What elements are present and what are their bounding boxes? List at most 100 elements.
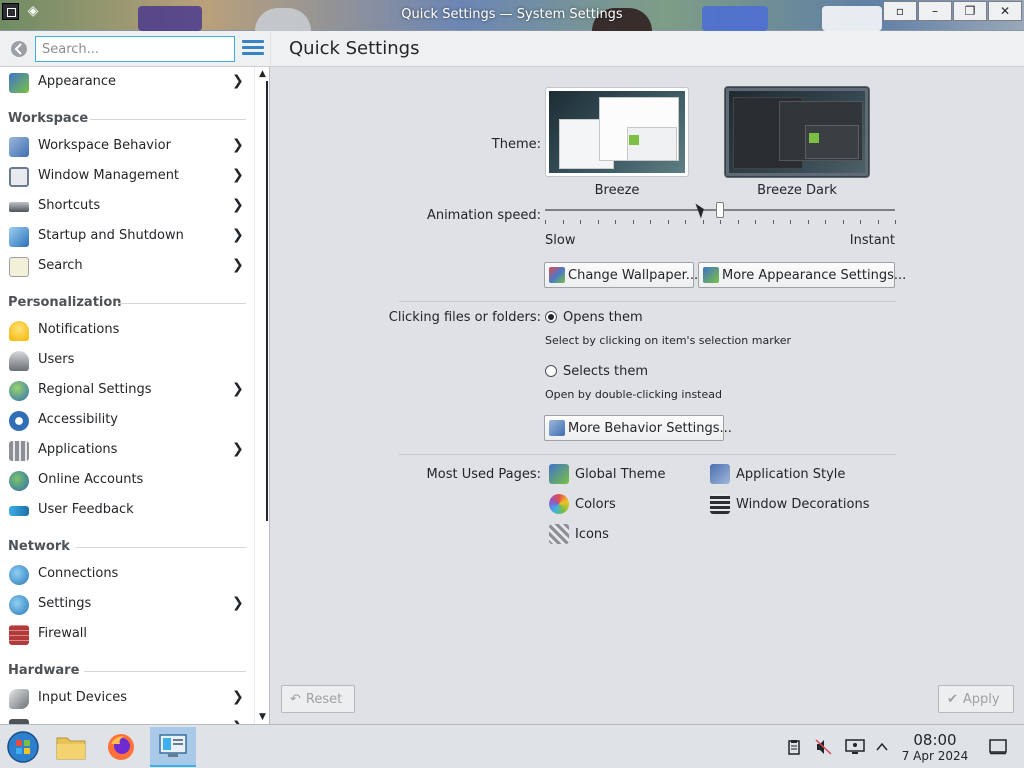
sidebar-item-label: Settings [38,596,92,611]
slider-tick [808,220,809,224]
bell-icon [9,321,29,341]
sidebar-item-search[interactable]: Search ❯ [0,252,254,280]
sidebar-item-user-feedback[interactable]: User Feedback [0,496,254,524]
appearance-icon [703,267,719,283]
workspace-behavior-icon [9,137,29,157]
back-arrow-icon[interactable] [10,40,28,58]
application-launcher[interactable] [0,727,46,767]
sidebar-item-partial[interactable]: ❯ [0,714,254,724]
sidebar-item-label: Regional Settings [38,382,152,397]
hamburger-menu-icon[interactable] [242,40,264,58]
sidebar-list: Appearance ❯ Workspace Workspace Behavio… [0,67,254,724]
firefox-icon [108,734,134,760]
section-separator [399,301,896,302]
maximize-button[interactable]: ❐ [953,1,987,21]
selects-them-description: Open by double-clicking instead [545,388,722,401]
slider-min-label: Slow [545,233,576,248]
volume-muted-icon[interactable] [815,739,833,755]
scroll-down-arrow-icon[interactable]: ▼ [257,712,268,722]
sidebar-item-applications[interactable]: Applications ❯ [0,436,254,464]
clock[interactable]: 08:00 7 Apr 2024 [895,731,975,763]
most-used-global-theme[interactable]: Global Theme [549,462,665,486]
breeze-dark-preview [729,91,865,173]
sidebar-item-window-management[interactable]: Window Management ❯ [0,162,254,190]
sidebar-item-online-accounts[interactable]: Online Accounts [0,466,254,494]
slider-tick [545,220,546,224]
sidebar-item-network-settings[interactable]: Settings ❯ [0,590,254,618]
sidebar-item-users[interactable]: Users [0,346,254,374]
sidebar-item-workspace-behavior[interactable]: Workspace Behavior ❯ [0,132,254,160]
sidebar-scrollbar[interactable]: ▲ ▼ [254,67,269,724]
search-input[interactable] [35,36,235,62]
sidebar-item-label: Startup and Shutdown [38,228,184,243]
sidebar-item-accessibility[interactable]: Accessibility [0,406,254,434]
scroll-up-arrow-icon[interactable]: ▲ [257,69,268,79]
slider-tick [598,220,599,224]
reset-icon: ↶ [290,691,301,707]
sidebar-item-shortcuts[interactable]: Shortcuts ❯ [0,192,254,220]
change-wallpaper-button[interactable]: Change Wallpaper... [544,262,698,288]
opens-them-label[interactable]: Opens them [563,310,643,325]
minimize-button[interactable]: – [918,1,952,21]
network-display-icon[interactable] [845,739,865,755]
sidebar-item-connections[interactable]: Connections [0,560,254,588]
most-used-colors[interactable]: Colors [549,492,616,516]
window-titlebar[interactable]: ◈ Quick Settings — System Settings ▫ – ❐… [0,0,1024,31]
scrollbar-thumb[interactable] [256,81,268,521]
sidebar-item-firewall[interactable]: Firewall [0,620,254,648]
firewall-icon [9,625,29,645]
sidebar-item-appearance[interactable]: Appearance ❯ [0,68,254,96]
clipboard-icon[interactable] [786,739,804,755]
theme-card-breeze[interactable] [545,87,689,177]
selects-them-label[interactable]: Selects them [563,364,648,379]
show-desktop-icon[interactable] [989,739,1007,755]
slider-tick [895,220,896,224]
slider-tick [878,220,879,224]
most-used-window-decorations[interactable]: Window Decorations [710,492,870,516]
apply-button[interactable]: ✔ Apply [938,685,1014,713]
sidebar-item-label: Accessibility [38,412,118,427]
more-behavior-settings-button[interactable]: More Behavior Settings... [544,415,732,441]
sidebar-item-label: Window Management [38,168,180,183]
slider-tick [790,220,791,224]
slider-tick [650,220,651,224]
slider-tick [668,220,669,224]
workspace-behavior-icon [549,420,565,436]
accessibility-icon [9,411,29,431]
chevron-right-icon: ❯ [232,257,244,273]
slider-tick [860,220,861,224]
change-wallpaper-label: Change Wallpaper... [568,267,699,283]
more-appearance-settings-button[interactable]: More Appearance Settings... [698,262,906,288]
most-used-icons[interactable]: Icons [549,522,609,546]
reset-button[interactable]: ↶ Reset [281,685,355,713]
chevron-right-icon: ❯ [232,197,244,213]
folder-icon [56,737,86,760]
taskbar-system-settings[interactable] [150,727,196,767]
taskbar-file-manager[interactable] [48,727,94,767]
opens-them-radio[interactable] [545,311,557,323]
slider-tick [738,220,739,224]
window-title: Quick Settings — System Settings [401,7,623,22]
keep-above-button[interactable]: ▫ [883,1,917,21]
sidebar-item-label: Applications [38,442,118,457]
sidebar-item-notifications[interactable]: Notifications [0,316,254,344]
icons-label: Icons [575,526,609,542]
slider-tick [773,220,774,224]
section-divider [118,303,246,304]
sidebar-item-startup-shutdown[interactable]: Startup and Shutdown ❯ [0,222,254,250]
section-header-workspace: Workspace [8,111,89,126]
close-button[interactable]: ✕ [988,1,1022,21]
theme-card-breeze-dark[interactable] [725,87,869,177]
selects-them-radio[interactable] [545,365,557,377]
application-style-label: Application Style [736,466,846,482]
taskbar-firefox[interactable] [98,727,144,767]
sidebar-item-regional-settings[interactable]: Regional Settings ❯ [0,376,254,404]
sidebar-item-label: Online Accounts [38,472,144,487]
sidebar-item-input-devices[interactable]: Input Devices ❯ [0,684,254,712]
most-used-application-style[interactable]: Application Style [710,462,845,486]
clock-date: 7 Apr 2024 [901,749,969,763]
global-theme-icon [549,464,569,484]
slider-tick [703,220,704,224]
chevron-up-icon[interactable] [874,739,892,755]
slider-handle[interactable] [716,202,724,218]
